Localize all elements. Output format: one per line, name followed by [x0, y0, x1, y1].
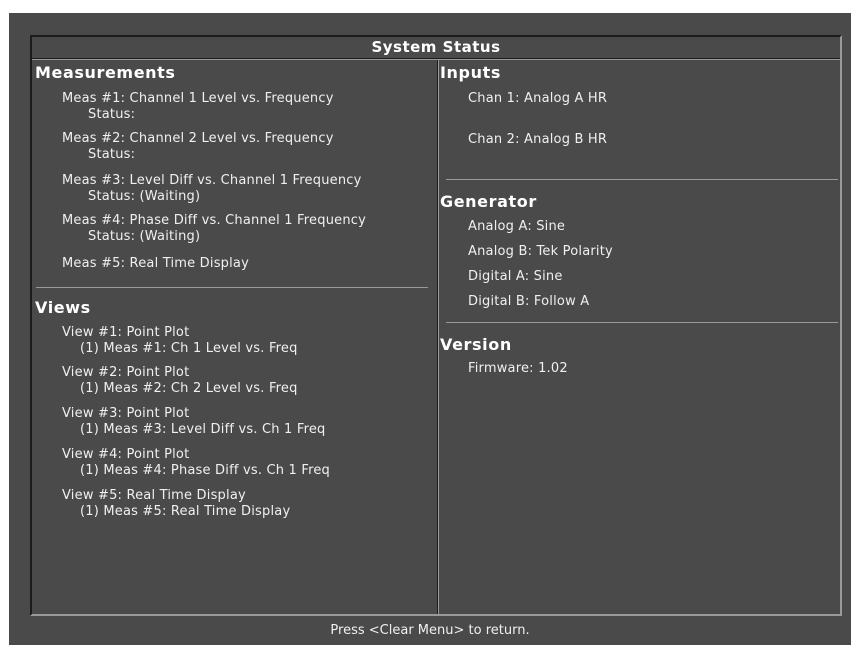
- view-label: View #2: Point Plot: [62, 365, 190, 380]
- input-channel: Chan 2: Analog B HR: [468, 132, 608, 147]
- view-label: View #1: Point Plot: [62, 325, 190, 340]
- generator-setting: Digital A: Sine: [468, 269, 563, 284]
- view-label: View #3: Point Plot: [62, 406, 190, 421]
- view-label: View #5: Real Time Display: [62, 488, 246, 503]
- measurement-status: Status: (Waiting): [88, 229, 201, 244]
- view-detail: (1) Meas #3: Level Diff vs. Ch 1 Freq: [80, 422, 326, 437]
- measurement-label: Meas #4: Phase Diff vs. Channel 1 Freque…: [62, 213, 367, 228]
- footer-instruction: Press <Clear Menu> to return.: [330, 623, 530, 638]
- measurement-label: Meas #5: Real Time Display: [62, 256, 249, 271]
- generator-heading: Generator: [440, 192, 537, 211]
- measurements-heading: Measurements: [35, 63, 176, 82]
- view-label: View #4: Point Plot: [62, 447, 190, 462]
- measurement-label: Meas #2: Channel 2 Level vs. Frequency: [62, 131, 334, 146]
- measurement-status: Status:: [88, 147, 136, 162]
- generator-setting: Analog B: Tek Polarity: [468, 244, 613, 259]
- version-heading: Version: [440, 335, 512, 354]
- column-divider: [437, 60, 439, 614]
- system-status-screen: System Status Measurements Meas #1: Chan…: [9, 13, 851, 645]
- measurement-status: Status: (Waiting): [88, 189, 201, 204]
- inputs-heading: Inputs: [440, 63, 501, 82]
- view-detail: (1) Meas #4: Phase Diff vs. Ch 1 Freq: [80, 463, 330, 478]
- view-detail: (1) Meas #5: Real Time Display: [80, 504, 291, 519]
- input-channel: Chan 1: Analog A HR: [468, 91, 608, 106]
- status-panel: System Status Measurements Meas #1: Chan…: [30, 35, 842, 616]
- title-divider: [32, 58, 840, 60]
- view-detail: (1) Meas #1: Ch 1 Level vs. Freq: [80, 341, 298, 356]
- section-divider: [446, 322, 838, 323]
- view-detail: (1) Meas #2: Ch 2 Level vs. Freq: [80, 381, 298, 396]
- views-heading: Views: [35, 298, 91, 317]
- section-divider: [446, 179, 838, 180]
- section-divider: [36, 287, 428, 288]
- measurement-status: Status:: [88, 107, 136, 122]
- firmware-version: Firmware: 1.02: [468, 361, 568, 376]
- generator-setting: Analog A: Sine: [468, 219, 566, 234]
- measurement-label: Meas #1: Channel 1 Level vs. Frequency: [62, 91, 334, 106]
- panel-title: System Status: [371, 38, 501, 56]
- generator-setting: Digital B: Follow A: [468, 294, 590, 309]
- measurement-label: Meas #3: Level Diff vs. Channel 1 Freque…: [62, 173, 362, 188]
